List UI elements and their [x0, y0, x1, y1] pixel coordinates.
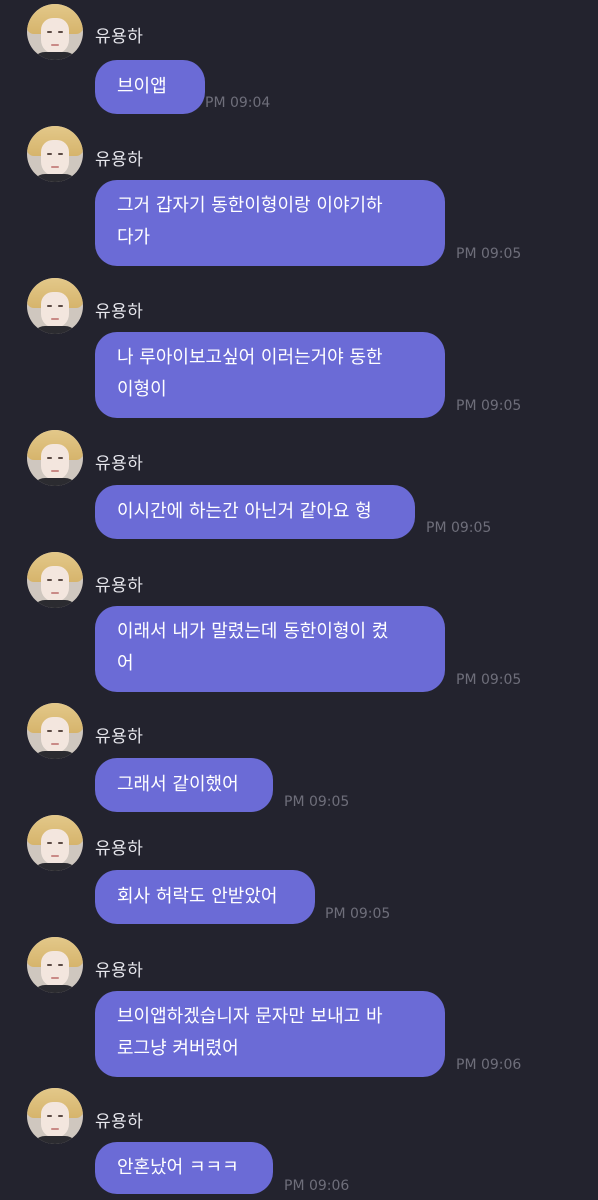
message-bubble[interactable]: 그래서 같이했어 — [95, 758, 273, 812]
sender-name: 유용하 — [95, 302, 144, 322]
sender-name: 유용하 — [95, 961, 144, 981]
message-bubble[interactable]: 그거 갑자기 동한이형이랑 이야기하 다가 — [95, 180, 445, 266]
sender-name: 유용하 — [95, 27, 144, 47]
message-time: PM 09:05 — [426, 520, 492, 536]
message-bubble[interactable]: 회사 허락도 안받았어 — [95, 870, 315, 924]
sender-name: 유용하 — [95, 1112, 144, 1132]
sender-name: 유용하 — [95, 839, 144, 859]
message-bubble[interactable]: 브이앱하겠습니자 문자만 보내고 바 로그냥 켜버렸어 — [95, 991, 445, 1077]
avatar[interactable] — [27, 1088, 83, 1144]
avatar[interactable] — [27, 552, 83, 608]
message-time: PM 09:05 — [284, 794, 350, 810]
sender-name: 유용하 — [95, 576, 144, 596]
message-time: PM 09:05 — [325, 906, 391, 922]
message-time: PM 09:06 — [284, 1178, 350, 1194]
chat-thread: 유용하 브이앱 PM 09:04 유용하 그거 갑자기 동한이형이랑 이야기하 … — [0, 0, 598, 1200]
sender-name: 유용하 — [95, 150, 144, 170]
avatar[interactable] — [27, 937, 83, 993]
avatar[interactable] — [27, 815, 83, 871]
avatar[interactable] — [27, 126, 83, 182]
message-bubble[interactable]: 안혼났어 ㅋㅋㅋ — [95, 1142, 273, 1194]
message-bubble[interactable]: 브이앱 — [95, 60, 205, 114]
sender-name: 유용하 — [95, 454, 144, 474]
message-time: PM 09:05 — [456, 246, 522, 262]
avatar[interactable] — [27, 430, 83, 486]
message-time: PM 09:05 — [456, 398, 522, 414]
avatar[interactable] — [27, 278, 83, 334]
avatar[interactable] — [27, 703, 83, 759]
message-bubble[interactable]: 이래서 내가 말렸는데 동한이형이 켰 어 — [95, 606, 445, 692]
avatar[interactable] — [27, 4, 83, 60]
message-bubble[interactable]: 이시간에 하는간 아닌거 같아요 형 — [95, 485, 415, 539]
message-time: PM 09:05 — [456, 672, 522, 688]
message-time: PM 09:04 — [205, 95, 271, 111]
message-time: PM 09:06 — [456, 1057, 522, 1073]
message-bubble[interactable]: 나 루아이보고싶어 이러는거야 동한 이형이 — [95, 332, 445, 418]
sender-name: 유용하 — [95, 727, 144, 747]
